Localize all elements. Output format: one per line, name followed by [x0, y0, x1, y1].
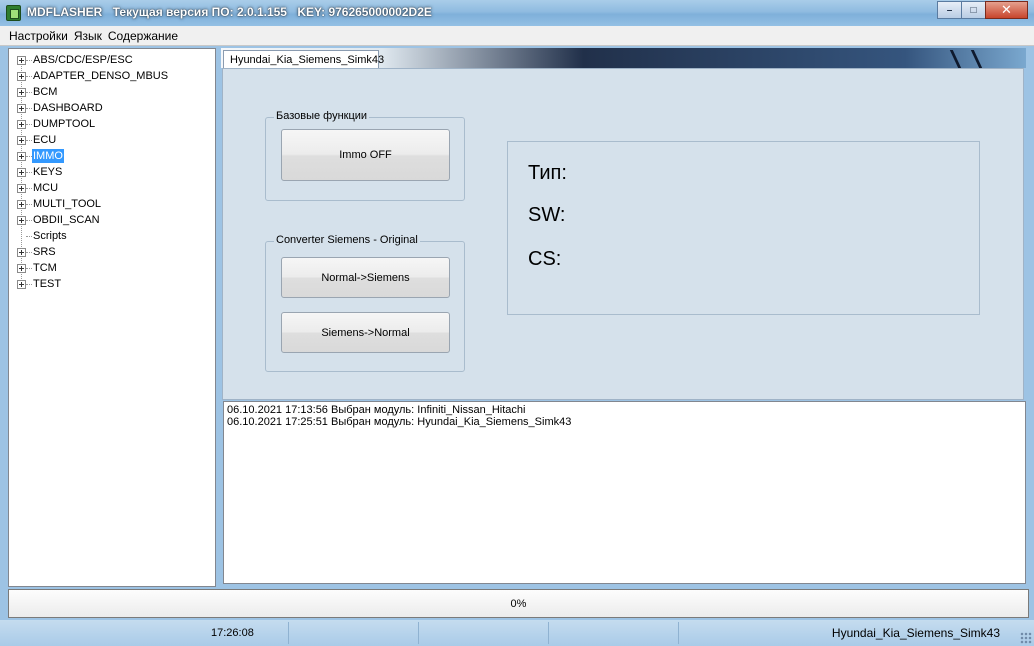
expand-icon[interactable] — [17, 56, 26, 65]
expand-icon[interactable] — [17, 264, 26, 273]
tree-item-label: DASHBOARD — [33, 102, 103, 114]
app-icon[interactable] — [6, 5, 21, 21]
expand-icon[interactable] — [17, 72, 26, 81]
tree-item-label: Scripts — [33, 230, 67, 242]
tab-strip: Hyundai_Kia_Siemens_Simk43 — [221, 48, 1026, 69]
sw-label: SW: — [528, 204, 566, 226]
tree-item-label: ADAPTER_DENSO_MBUS — [33, 70, 169, 82]
expand-icon[interactable] — [17, 152, 26, 161]
tree-item-label: MULTI_TOOL — [33, 198, 102, 210]
menu-settings[interactable]: Настройки — [6, 29, 71, 43]
status-time: 17:26:08 — [211, 627, 254, 639]
status-separator — [548, 622, 549, 644]
immo-off-button[interactable]: Immo OFF — [281, 129, 450, 181]
tree-item-label: MCU — [33, 182, 59, 194]
expand-icon[interactable] — [17, 184, 26, 193]
status-separator — [288, 622, 289, 644]
expand-icon[interactable] — [17, 104, 26, 113]
tree-item-label: TCM — [33, 262, 57, 274]
tree-item-label: OBDII_SCAN — [33, 214, 100, 226]
menu-language[interactable]: Язык — [71, 29, 105, 43]
expand-icon[interactable] — [17, 88, 26, 97]
expand-icon[interactable] — [17, 248, 26, 257]
tree-item-label: SRS — [33, 246, 56, 258]
ecu-info-box: Тип: SW: CS: — [507, 141, 980, 315]
key-text: KEY: 976265000002D2E — [297, 5, 432, 19]
expand-icon[interactable] — [17, 200, 26, 209]
status-module: Hyundai_Kia_Siemens_Simk43 — [831, 626, 1000, 640]
expand-icon[interactable] — [17, 120, 26, 129]
log-line: 06.10.2021 17:13:56 Выбран модуль: Infin… — [227, 404, 526, 416]
menu-contents[interactable]: Содержание — [105, 29, 181, 43]
close-button[interactable]: ✕ — [985, 1, 1028, 19]
tree-item-label: DUMPTOOL — [33, 118, 96, 130]
basic-functions-legend: Базовые функции — [274, 110, 370, 122]
normal-to-siemens-button[interactable]: Normal->Siemens — [281, 257, 450, 298]
cs-label: CS: — [528, 248, 562, 270]
expand-icon[interactable] — [17, 136, 26, 145]
status-separator — [418, 622, 419, 644]
window-title: MDFLASHER Текущая версия ПО: 2.0.1.155 K… — [27, 5, 439, 19]
expand-icon[interactable] — [17, 280, 26, 289]
app-name: MDFLASHER — [27, 5, 103, 19]
version-text: Текущая версия ПО: 2.0.1.155 — [112, 5, 287, 19]
tree-item-label: ECU — [33, 134, 57, 146]
tree-item-label: TEST — [33, 278, 62, 290]
type-label: Тип: — [528, 162, 567, 184]
module-panel: Базовые функции Immo OFF Converter Sieme… — [222, 68, 1024, 400]
progress-text: 0% — [510, 597, 527, 610]
log-line: 06.10.2021 17:25:51 Выбран модуль: Hyund… — [227, 416, 572, 428]
menu-bar: Настройки Язык Содержание — [0, 26, 1034, 46]
tab-strip-decoration — [949, 50, 983, 68]
tab-module[interactable]: Hyundai_Kia_Siemens_Simk43 — [223, 50, 384, 69]
progress-bar: 0% — [8, 589, 1029, 618]
tree-item-label: IMMO — [32, 149, 64, 163]
expand-icon[interactable] — [17, 168, 26, 177]
expand-icon[interactable] — [17, 216, 26, 225]
tree-item-label: KEYS — [33, 166, 63, 178]
basic-functions-group: Базовые функции Immo OFF — [265, 110, 465, 201]
converter-group: Converter Siemens - Original Normal->Sie… — [265, 234, 465, 372]
maximize-button[interactable]: □ — [961, 1, 986, 19]
tree-item-label: ABS/CDC/ESP/ESC — [33, 54, 133, 66]
minimize-button[interactable]: – — [937, 1, 962, 19]
siemens-to-normal-button[interactable]: Siemens->Normal — [281, 312, 450, 353]
resize-grip-icon[interactable] — [1020, 632, 1032, 644]
tree-item-label: BCM — [33, 86, 58, 98]
status-bar: 17:26:08 Hyundai_Kia_Siemens_Simk43 — [0, 620, 1034, 646]
title-bar[interactable]: MDFLASHER Текущая версия ПО: 2.0.1.155 K… — [0, 0, 1034, 26]
status-separator — [678, 622, 679, 644]
log-output[interactable]: 06.10.2021 17:13:56 Выбран модуль: Infin… — [223, 401, 1026, 584]
module-tree[interactable]: ABS/CDC/ESP/ESC ADAPTER_DENSO_MBUS BCM DASH… — [8, 48, 216, 587]
converter-legend: Converter Siemens - Original — [274, 234, 420, 246]
window-controls: – □ ✕ — [937, 1, 1028, 19]
